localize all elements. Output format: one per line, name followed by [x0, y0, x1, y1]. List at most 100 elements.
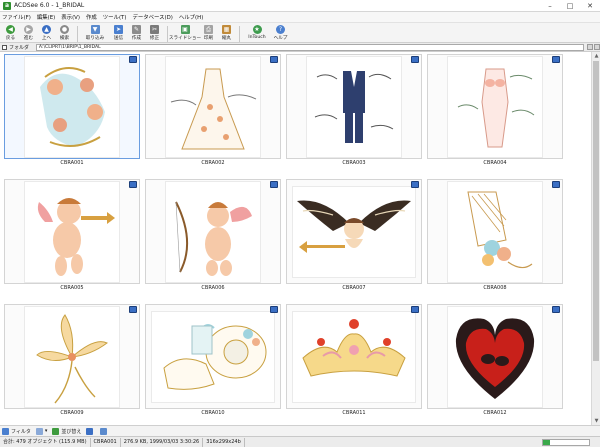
back-icon: ◀: [6, 25, 15, 34]
thumbnail-item[interactable]: CBRA005: [4, 179, 140, 295]
path-dropdown-icon[interactable]: [587, 44, 593, 50]
close-button[interactable]: ✕: [580, 0, 600, 12]
up-label: 上へ: [41, 36, 52, 41]
status-total: 合計: 479 オブジェクト (115.9 MB): [0, 437, 91, 447]
help-icon: ?: [276, 25, 285, 34]
thumbnail-item[interactable]: CBRA003: [286, 54, 422, 170]
thumbnail-frame: [4, 179, 140, 284]
address-bar: フォルダ A:\CLIPRT\1\BRIP\1_BRIDAL: [0, 43, 600, 52]
thumbnail-caption: CBRA009: [60, 410, 84, 416]
thumbnail-frame: [286, 304, 422, 409]
send-label: 送信: [113, 36, 124, 41]
thumbnail-caption: CBRA012: [483, 410, 507, 416]
edit-button[interactable]: ✂ 修正: [146, 23, 163, 41]
path-input[interactable]: A:\CLIPRT\1\BRIP\1_BRIDAL: [35, 43, 584, 51]
slideshow-button[interactable]: ▣ スライドショー: [169, 23, 201, 41]
thumbnail-item[interactable]: CBRA009: [4, 304, 140, 420]
thumbnail-image-hat-gloves: [152, 311, 274, 402]
thumbnail-item[interactable]: CBRA006: [145, 179, 281, 295]
sort-icon: [52, 427, 60, 435]
menu-create[interactable]: 作成: [86, 13, 97, 21]
refresh-button[interactable]: [100, 427, 109, 435]
file-type-icon: [552, 181, 560, 188]
folder-checkbox[interactable]: [2, 44, 7, 50]
filter-icon: [2, 427, 9, 435]
forward-button[interactable]: ▶ 進む: [20, 23, 37, 41]
file-list-pane: CBRA001 CBRA002 CBRA003 CBRA004 CBRA005 …: [0, 52, 600, 425]
file-type-icon: [270, 306, 278, 313]
forward-label: 進む: [23, 36, 34, 41]
title-bar: a ACDSee 6.0 - 1_BRIDAL – □ ✕: [0, 0, 600, 12]
thumbnail-item[interactable]: CBRA002: [145, 54, 281, 170]
thumbnail-frame: [286, 54, 422, 159]
thumbnail-view-icon: [35, 427, 43, 435]
search-icon: ●: [60, 25, 69, 34]
search-label: 検索: [59, 36, 70, 41]
vertical-scrollbar[interactable]: ▲ ▼: [591, 52, 600, 425]
select-all-icon: [86, 427, 94, 435]
send-button[interactable]: ➤ 送信: [110, 23, 127, 41]
sort-button[interactable]: 並び替え: [52, 427, 81, 435]
help-button[interactable]: ? ヘルプ: [272, 23, 289, 41]
file-type-icon: [129, 181, 137, 188]
thumbnail-caption: CBRA011: [342, 410, 366, 416]
thumbnail-frame: [427, 304, 563, 409]
view-mode-button[interactable]: ▾: [35, 427, 47, 435]
thumbnail-item[interactable]: CBRA001: [4, 54, 140, 170]
help-label: ヘルプ: [273, 36, 288, 41]
print-button[interactable]: ⎙ 印刷: [200, 23, 217, 41]
maximize-button[interactable]: □: [560, 0, 580, 12]
back-label: 戻る: [5, 36, 16, 41]
back-button[interactable]: ◀ 戻る: [2, 23, 19, 41]
thumbnail-frame: [145, 179, 281, 284]
path-buttons: [586, 44, 600, 50]
thumbnail-item[interactable]: CBRA012: [427, 304, 563, 420]
path-go-icon[interactable]: [594, 44, 600, 50]
thumbnail-image-wedding-dress: [166, 56, 260, 157]
thumbnail-image-angel-trumpet: [293, 186, 415, 277]
menu-file[interactable]: ファイル(F): [2, 13, 31, 21]
slideshow-icon: ▣: [180, 25, 190, 34]
intouch-label: InTouch: [248, 35, 266, 40]
thumbnail-frame: [4, 304, 140, 409]
file-type-icon: [411, 306, 419, 313]
scroll-down-icon[interactable]: ▼: [592, 417, 600, 425]
thumbnail-item[interactable]: CBRA004: [427, 54, 563, 170]
file-type-icon: [552, 56, 560, 63]
thumbnail-image-cupid-trumpet: [25, 181, 119, 282]
scrollbar-thumb[interactable]: [593, 61, 599, 361]
thumbnail-item[interactable]: CBRA008: [427, 179, 563, 295]
create-button[interactable]: ✎ 作成: [128, 23, 145, 41]
menu-edit[interactable]: 編集(E): [37, 13, 55, 21]
menu-help[interactable]: ヘルプ(H): [179, 13, 203, 21]
up-button[interactable]: ▲ 上へ: [38, 23, 55, 41]
filter-button[interactable]: フィルタ: [2, 427, 31, 435]
refresh-icon: [100, 427, 108, 435]
minimize-button[interactable]: –: [540, 0, 560, 12]
toolbar-separator: [77, 26, 78, 42]
search-button[interactable]: ● 検索: [56, 23, 73, 41]
folder-pane-toggle[interactable]: フォルダ: [0, 44, 36, 51]
intouch-button[interactable]: ★ InTouch: [243, 23, 271, 40]
menu-tools[interactable]: ツール(T): [103, 13, 127, 21]
file-type-icon: [552, 306, 560, 313]
shrink-button[interactable]: ▦ 縮丸: [218, 23, 235, 41]
menu-view[interactable]: 表示(V): [61, 13, 80, 21]
thumbnail-item[interactable]: CBRA007: [286, 179, 422, 295]
thumbnail-image-cupid-bow: [166, 181, 260, 282]
thumbnail-image-floral-face: [25, 56, 119, 157]
import-button[interactable]: ▼ 取り込み: [81, 23, 109, 41]
select-all-button[interactable]: [86, 427, 95, 435]
thumbnail-image-lily-ornament: [25, 306, 119, 407]
thumbnail-frame: [427, 54, 563, 159]
thumbnail-item[interactable]: CBRA010: [145, 304, 281, 420]
thumbnail-item[interactable]: CBRA011: [286, 304, 422, 420]
status-progress-fill: [543, 440, 550, 445]
scroll-up-icon[interactable]: ▲: [592, 52, 600, 60]
thumbnail-frame: [145, 54, 281, 159]
menu-database[interactable]: データベース(D): [132, 13, 172, 21]
print-label: 印刷: [203, 36, 214, 41]
status-file-info: 276.9 KB, 1999/03/03 3:30:26: [121, 437, 204, 447]
status-dimensions: 316x299x24b: [203, 437, 245, 447]
file-type-icon: [270, 56, 278, 63]
